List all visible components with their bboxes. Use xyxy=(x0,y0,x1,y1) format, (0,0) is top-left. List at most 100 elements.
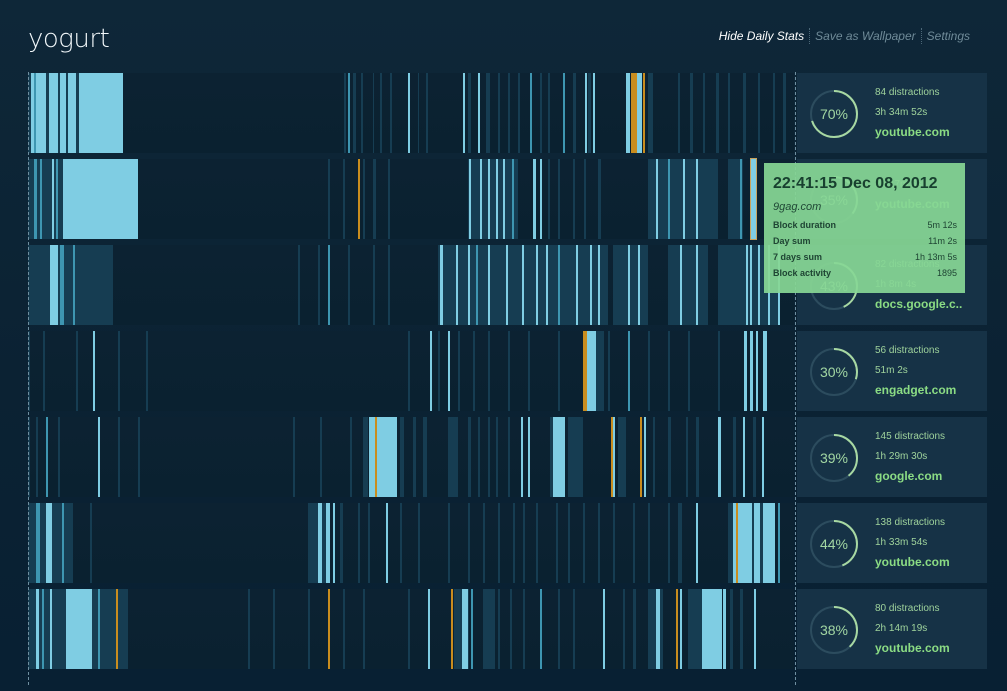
activity-block[interactable] xyxy=(488,245,490,325)
activity-region[interactable] xyxy=(718,331,720,411)
activity-block[interactable] xyxy=(696,159,698,239)
activity-block[interactable] xyxy=(643,73,645,153)
activity-region[interactable] xyxy=(373,159,376,239)
activity-block[interactable] xyxy=(506,245,508,325)
activity-block[interactable] xyxy=(598,245,600,325)
activity-region[interactable] xyxy=(118,417,120,497)
activity-region[interactable] xyxy=(146,331,148,411)
activity-region[interactable] xyxy=(43,331,45,411)
activity-block[interactable] xyxy=(628,331,630,411)
activity-region[interactable] xyxy=(138,417,140,497)
activity-block[interactable] xyxy=(696,245,698,325)
activity-block[interactable] xyxy=(593,73,595,153)
activity-region[interactable] xyxy=(400,417,404,497)
activity-block[interactable] xyxy=(42,589,44,669)
activity-block[interactable] xyxy=(98,417,100,497)
activity-region[interactable] xyxy=(46,73,49,153)
activity-block[interactable] xyxy=(656,589,660,669)
activity-region[interactable] xyxy=(668,245,708,325)
activity-region[interactable] xyxy=(668,331,670,411)
activity-block[interactable] xyxy=(46,503,52,583)
activity-region[interactable] xyxy=(363,159,365,239)
activity-region[interactable] xyxy=(558,589,560,669)
activity-block[interactable] xyxy=(73,245,75,325)
activity-region[interactable] xyxy=(468,417,471,497)
activity-block[interactable] xyxy=(471,589,473,669)
activity-region[interactable] xyxy=(716,73,719,153)
activity-region[interactable] xyxy=(423,417,427,497)
activity-region[interactable] xyxy=(58,417,60,497)
activity-region[interactable] xyxy=(556,503,558,583)
activity-block[interactable] xyxy=(778,503,780,583)
settings-link[interactable]: Settings xyxy=(922,29,975,43)
activity-block[interactable] xyxy=(546,245,548,325)
activity-region[interactable] xyxy=(773,73,775,153)
activity-region[interactable] xyxy=(568,503,570,583)
activity-region[interactable] xyxy=(353,73,356,153)
activity-block[interactable] xyxy=(744,331,747,411)
activity-block[interactable] xyxy=(34,159,37,239)
activity-block[interactable] xyxy=(378,417,382,497)
activity-block[interactable] xyxy=(456,245,458,325)
activity-region[interactable] xyxy=(668,503,670,583)
activity-block[interactable] xyxy=(56,159,58,239)
activity-block[interactable] xyxy=(628,245,630,325)
activity-region[interactable] xyxy=(633,503,635,583)
activity-region[interactable] xyxy=(458,331,460,411)
activity-block[interactable] xyxy=(496,159,498,239)
activity-block[interactable] xyxy=(448,331,450,411)
activity-region[interactable] xyxy=(400,503,402,583)
day-stat-card[interactable]: 44% 138 distractions 1h 33m 54s youtube.com xyxy=(797,503,987,583)
activity-region[interactable] xyxy=(473,331,475,411)
activity-block[interactable] xyxy=(763,331,767,411)
activity-region[interactable] xyxy=(483,589,495,669)
activity-region[interactable] xyxy=(648,73,653,153)
activity-region[interactable] xyxy=(733,417,736,497)
activity-block[interactable] xyxy=(536,245,538,325)
day-stat-card[interactable]: 39% 145 distractions 1h 29m 30s google.com xyxy=(797,417,987,497)
activity-region[interactable] xyxy=(633,589,636,669)
activity-block[interactable] xyxy=(476,245,478,325)
activity-region[interactable] xyxy=(358,503,360,583)
activity-block[interactable] xyxy=(328,589,330,669)
activity-block[interactable] xyxy=(683,159,685,239)
activity-block[interactable] xyxy=(613,417,615,497)
activity-block[interactable] xyxy=(440,245,443,325)
activity-region[interactable] xyxy=(408,331,410,411)
activity-region[interactable] xyxy=(448,417,458,497)
activity-region[interactable] xyxy=(468,503,470,583)
activity-region[interactable] xyxy=(498,589,500,669)
activity-region[interactable] xyxy=(408,589,410,669)
activity-block[interactable] xyxy=(76,589,92,669)
activity-block[interactable] xyxy=(638,245,640,325)
activity-region[interactable] xyxy=(573,159,575,239)
activity-region[interactable] xyxy=(373,73,374,153)
activity-region[interactable] xyxy=(498,503,500,583)
activity-region[interactable] xyxy=(343,159,345,239)
activity-region[interactable] xyxy=(584,159,586,239)
activity-region[interactable] xyxy=(613,503,615,583)
activity-region[interactable] xyxy=(508,73,510,153)
activity-region[interactable] xyxy=(70,503,73,583)
activity-block[interactable] xyxy=(626,73,630,153)
activity-region[interactable] xyxy=(468,159,518,239)
activity-region[interactable] xyxy=(690,73,693,153)
activity-block[interactable] xyxy=(522,245,524,325)
activity-block[interactable] xyxy=(603,589,605,669)
activity-region[interactable] xyxy=(273,589,275,669)
activity-region[interactable] xyxy=(696,417,699,497)
activity-block[interactable] xyxy=(640,417,642,497)
activity-region[interactable] xyxy=(558,331,560,411)
activity-block[interactable] xyxy=(93,331,95,411)
activity-region[interactable] xyxy=(388,159,390,239)
activity-region[interactable] xyxy=(518,73,520,153)
activity-region[interactable] xyxy=(76,73,79,153)
activity-region[interactable] xyxy=(488,417,490,497)
selected-activity-block[interactable] xyxy=(750,158,757,240)
activity-block[interactable] xyxy=(740,159,742,239)
activity-block[interactable] xyxy=(756,331,758,411)
activity-region[interactable] xyxy=(448,503,450,583)
activity-block[interactable] xyxy=(563,73,565,153)
activity-block[interactable] xyxy=(116,589,118,669)
activity-region[interactable] xyxy=(513,503,515,583)
